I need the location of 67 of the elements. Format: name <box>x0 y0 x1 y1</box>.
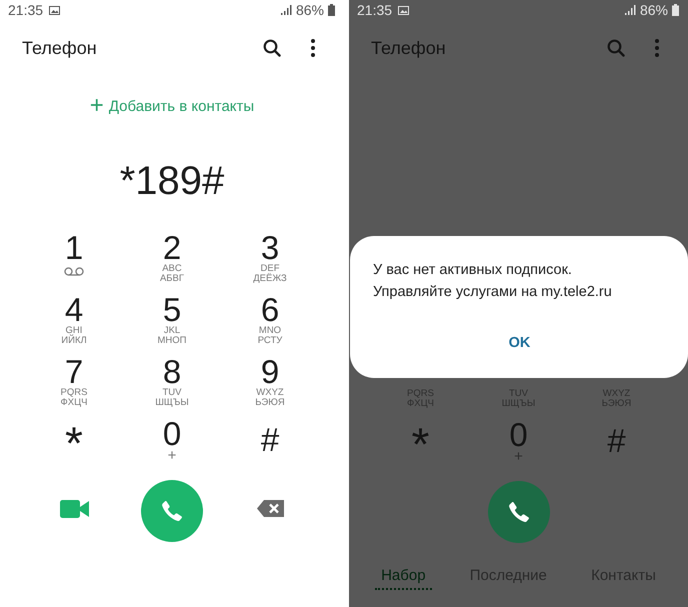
voicemail-icon <box>64 267 84 276</box>
dialog-message: У вас нет активных подписок. <box>373 261 573 280</box>
key-letters: ФХЦЧ <box>60 398 88 408</box>
status-time: 21:35 <box>8 2 44 18</box>
key-plus-sign: + <box>168 450 176 462</box>
backspace-icon[interactable] <box>256 500 284 517</box>
phone-icon <box>160 499 184 523</box>
dial-key[interactable]: 7 PQRS ФХЦЧ <box>25 350 123 412</box>
key-letters: GHI <box>66 326 82 336</box>
key-digit: 0 <box>162 418 182 450</box>
dial-key[interactable]: # <box>221 412 319 474</box>
key-digit: # <box>607 425 626 457</box>
key-digit: 4 <box>64 294 84 326</box>
status-time: 21:35 <box>357 2 392 18</box>
dial-key[interactable]: 0 + <box>123 412 221 474</box>
more-icon[interactable] <box>311 39 315 57</box>
dial-key[interactable]: 2 ABC АБВГ <box>123 226 221 288</box>
key-digit: 9 <box>260 356 280 388</box>
dial-key[interactable]: 4 GHI ИЙКЛ <box>25 288 123 350</box>
key-letters: PQRS <box>60 388 88 398</box>
app-title: Телефон <box>371 38 447 58</box>
dial-key[interactable]: 5 JKL МНОП <box>123 288 221 350</box>
dial-key[interactable]: 3 DEF ДЕЁЖЗ <box>221 226 319 288</box>
battery-level: 86% <box>296 2 324 18</box>
key-digit: # <box>260 424 280 456</box>
key-letters: АБВГ <box>160 274 184 284</box>
key-digit: 5 <box>162 294 182 326</box>
key-letters: TUV <box>162 388 182 398</box>
key-digit: 3 <box>260 232 280 264</box>
dial-key[interactable]: 8 TUV ШЩЪЫ <box>123 350 221 412</box>
dial-key[interactable]: 9 WXYZ ЬЭЮЯ <box>221 350 319 412</box>
key-letters: ABC <box>162 264 182 274</box>
key-letters: МНОП <box>158 336 186 346</box>
dialog-message: Управляйте услугами на my.tele2.ru <box>373 283 613 302</box>
key-digit: * <box>412 427 430 461</box>
battery-level: 86% <box>640 2 668 18</box>
battery-icon <box>672 4 679 16</box>
dial-key[interactable]: 6 MNO РСТУ <box>221 288 319 350</box>
key-digit: 0 <box>509 419 528 451</box>
key-digit: 2 <box>162 232 182 264</box>
key-digit: 8 <box>162 356 182 388</box>
key-digit: 7 <box>64 356 84 388</box>
key-digit: 1 <box>64 232 84 264</box>
image-icon <box>398 6 410 14</box>
app-title: Телефон <box>22 38 98 58</box>
dial-key[interactable]: 1 <box>25 226 123 288</box>
search-icon[interactable] <box>263 39 281 57</box>
image-icon <box>49 6 60 14</box>
key-digit: * <box>65 426 83 460</box>
key-digit: 6 <box>260 294 280 326</box>
phone-icon <box>506 500 530 524</box>
video-camera-icon[interactable] <box>60 500 88 518</box>
ok-button[interactable]: OK <box>496 331 542 355</box>
key-letters: DEF <box>260 264 280 274</box>
battery-icon <box>328 4 335 16</box>
key-letters: ЬЭЮЯ <box>255 398 285 408</box>
key-letters: JKL <box>164 326 180 336</box>
key-letters: ШЩЪЫ <box>155 398 189 408</box>
key-letters: MNO <box>258 326 282 336</box>
signal-icon <box>280 5 292 15</box>
key-letters: РСТУ <box>258 336 282 346</box>
key-letters: WXYZ <box>256 388 284 398</box>
key-plus-sign: + <box>514 451 523 463</box>
dialed-number: *189# <box>120 158 224 204</box>
dial-key[interactable]: * <box>25 412 123 474</box>
key-letters: ДЕЁЖЗ <box>253 274 287 284</box>
signal-icon <box>624 5 636 15</box>
